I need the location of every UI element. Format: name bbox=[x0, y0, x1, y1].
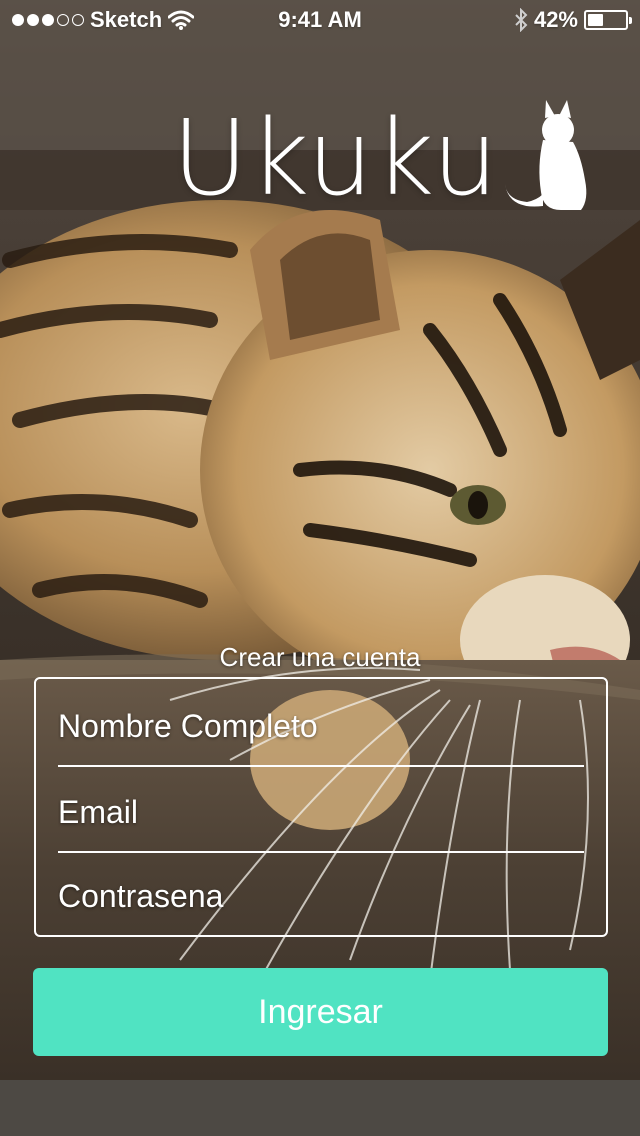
status-bar: Sketch 9:41 AM 42% bbox=[0, 0, 640, 40]
field-divider bbox=[58, 765, 584, 767]
email-field-wrapper bbox=[58, 769, 584, 855]
battery-icon bbox=[584, 10, 632, 30]
carrier-name: Sketch bbox=[90, 7, 163, 32]
email-input[interactable] bbox=[58, 793, 584, 831]
signal-dot bbox=[57, 14, 69, 26]
full-name-field-wrapper bbox=[58, 683, 584, 769]
battery-percentage: 42% bbox=[533, 7, 578, 32]
signal-dot bbox=[12, 14, 24, 26]
battery-level bbox=[588, 14, 604, 26]
app-logo: Ukuku bbox=[172, 96, 591, 210]
signup-form bbox=[34, 677, 608, 937]
submit-button[interactable]: Ingresar bbox=[33, 968, 608, 1056]
bluetooth-icon bbox=[515, 8, 528, 32]
signal-strength-icon bbox=[12, 14, 84, 26]
password-field-wrapper bbox=[58, 853, 584, 939]
status-right: 42% bbox=[514, 7, 632, 33]
wifi-icon bbox=[168, 10, 195, 30]
cat-icon bbox=[505, 100, 587, 210]
password-input[interactable] bbox=[58, 877, 584, 915]
logo-text: Ukuku bbox=[172, 97, 500, 219]
status-left: Sketch bbox=[12, 7, 195, 33]
signal-dot bbox=[42, 14, 54, 26]
status-time: 9:41 AM bbox=[278, 7, 362, 32]
signal-dot bbox=[72, 14, 84, 26]
create-account-caption: Crear una cuenta bbox=[219, 642, 421, 672]
signal-dot bbox=[27, 14, 39, 26]
full-name-input[interactable] bbox=[58, 707, 584, 745]
